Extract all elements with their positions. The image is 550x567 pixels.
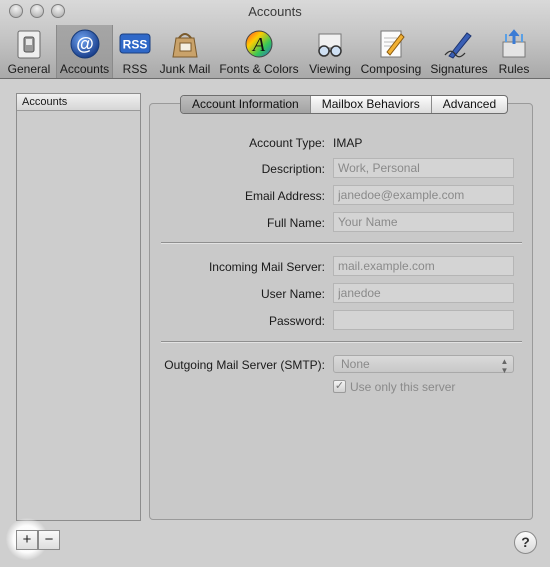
- email-label: Email Address:: [244, 189, 325, 203]
- font-color-wheel-icon: A: [245, 30, 273, 58]
- at-glyph: @: [76, 34, 94, 54]
- toolbar-label-signatures: Signatures: [430, 62, 488, 76]
- toolbar-item-rss[interactable]: RSS RSS: [114, 25, 156, 78]
- remove-account-button[interactable]: −: [38, 530, 60, 550]
- smtp-server-select[interactable]: None ▲▼: [333, 355, 514, 375]
- toolbar-label-fonts-colors: Fonts & Colors: [219, 62, 299, 76]
- junk-mail-bag-icon: [172, 33, 198, 58]
- incoming-server-field[interactable]: [333, 256, 514, 276]
- account-type-value: IMAP: [333, 136, 363, 150]
- font-glyph: A: [251, 34, 266, 56]
- toolbar-item-general[interactable]: General: [5, 25, 53, 78]
- full-name-field[interactable]: [333, 212, 514, 232]
- user-name-field[interactable]: [333, 283, 514, 303]
- toolbar-item-accounts[interactable]: @ Accounts: [56, 25, 113, 78]
- toolbar-label-viewing: Viewing: [309, 62, 351, 76]
- toolbar-item-signatures[interactable]: Signatures: [427, 25, 491, 78]
- rules-arrows-icon: [502, 29, 526, 58]
- select-arrows-icon: ▲▼: [500, 357, 509, 375]
- window-toolbar: Accounts General @ Accounts RSS RSS Junk…: [0, 0, 550, 79]
- window-title: Accounts: [248, 4, 302, 19]
- description-field[interactable]: [333, 158, 514, 178]
- password-label: Password:: [268, 314, 325, 328]
- smtp-server-value: None: [341, 357, 370, 371]
- section-divider: [161, 341, 522, 342]
- account-type-label: Account Type:: [249, 136, 325, 150]
- email-field[interactable]: [333, 185, 514, 205]
- tab-advanced[interactable]: Advanced: [432, 96, 507, 113]
- pencil-paper-icon: [380, 30, 405, 58]
- toolbar-label-junk-mail: Junk Mail: [159, 62, 211, 76]
- rss-badge-text: RSS: [123, 38, 148, 52]
- toolbar-item-junk-mail[interactable]: Junk Mail: [157, 25, 213, 78]
- incoming-server-label: Incoming Mail Server:: [208, 260, 325, 274]
- toolbar-item-rules[interactable]: Rules: [493, 25, 535, 78]
- toolbar-label-composing: Composing: [360, 62, 422, 76]
- user-name-label: User Name:: [260, 287, 325, 301]
- switch-icon: [17, 30, 41, 59]
- tab-mailbox-behaviors[interactable]: Mailbox Behaviors: [311, 96, 432, 113]
- section-divider: [161, 242, 522, 243]
- toolbar-label-accounts: Accounts: [59, 62, 110, 76]
- smtp-label: Outgoing Mail Server (SMTP):: [164, 358, 325, 372]
- accounts-list-header: Accounts: [17, 94, 140, 111]
- toolbar-label-rules: Rules: [498, 62, 530, 76]
- pen-signature-icon: [444, 32, 472, 59]
- toolbar-item-viewing[interactable]: Viewing: [304, 25, 356, 78]
- toolbar-label-general: General: [7, 62, 51, 76]
- use-only-this-server-checkbox[interactable]: ✓: [333, 380, 346, 393]
- settings-tabs: Account Information Mailbox Behaviors Ad…: [180, 95, 509, 114]
- toolbar-item-composing[interactable]: Composing: [358, 25, 424, 78]
- description-label: Description:: [261, 162, 325, 176]
- at-sign-icon: @: [70, 29, 99, 59]
- toolbar-label-rss: RSS: [122, 62, 148, 76]
- full-name-label: Full Name:: [266, 216, 325, 230]
- help-button[interactable]: ?: [514, 531, 537, 554]
- accounts-list[interactable]: Accounts: [16, 93, 141, 521]
- toolbar-item-fonts-colors[interactable]: A Fonts & Colors: [216, 25, 302, 78]
- rss-icon: RSS: [119, 33, 151, 54]
- add-account-button[interactable]: +: [16, 530, 38, 550]
- use-only-this-server-label: Use only this server: [350, 380, 456, 394]
- password-field[interactable]: [333, 310, 514, 330]
- glasses-icon: [318, 33, 342, 57]
- tab-account-information[interactable]: Account Information: [181, 96, 311, 113]
